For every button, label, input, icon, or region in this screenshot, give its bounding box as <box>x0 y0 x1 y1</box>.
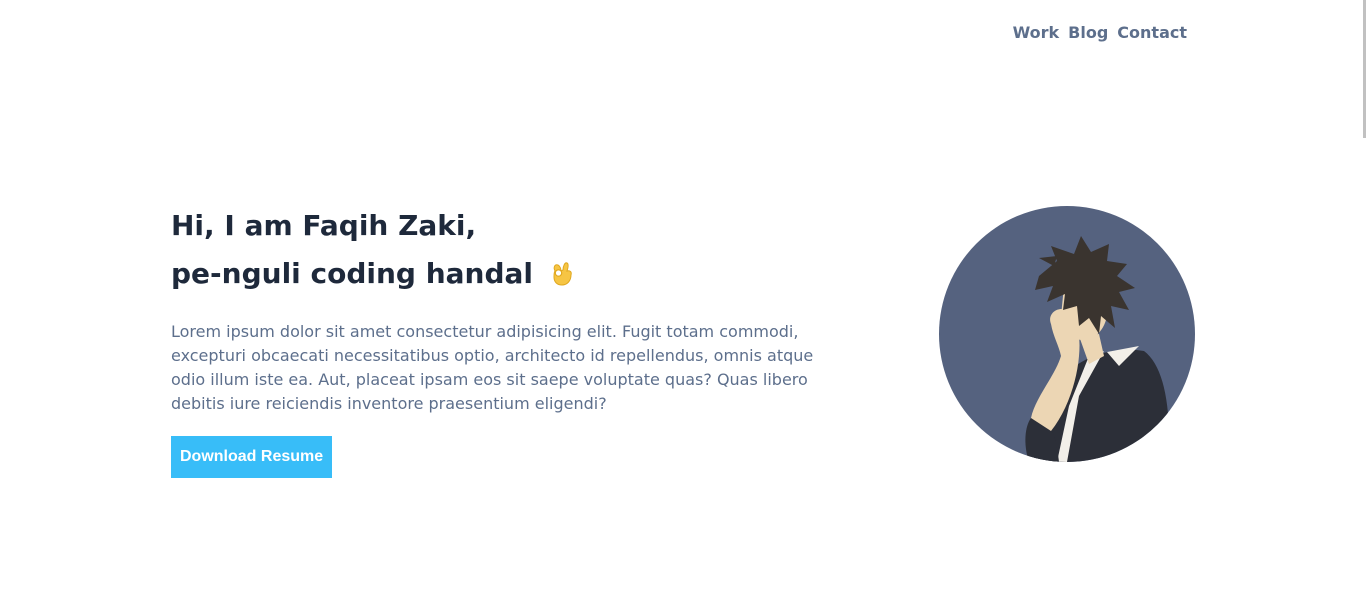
avatar <box>939 206 1195 462</box>
hero-description: Lorem ipsum dolor sit amet consectetur a… <box>171 322 814 413</box>
hero-heading-line1: Hi, I am Faqih Zaki, <box>171 209 477 242</box>
hero-heading-line2: pe-nguli coding handal <box>171 257 534 290</box>
page: Work Blog Contact Hi, I am Faqih Zaki, p… <box>0 0 1366 597</box>
nav-link-blog[interactable]: Blog <box>1068 22 1108 44</box>
nav-link-contact[interactable]: Contact <box>1117 22 1187 44</box>
nav-link-work[interactable]: Work <box>1013 22 1060 44</box>
download-resume-button[interactable]: Download Resume <box>171 436 333 478</box>
top-nav: Work Blog Contact <box>1013 22 1187 44</box>
hero-heading: Hi, I am Faqih Zaki, pe-nguli coding han… <box>171 202 831 298</box>
scrollbar[interactable] <box>1362 0 1366 597</box>
hero-section: Hi, I am Faqih Zaki, pe-nguli coding han… <box>171 202 831 478</box>
ok-hand-icon <box>553 262 572 286</box>
